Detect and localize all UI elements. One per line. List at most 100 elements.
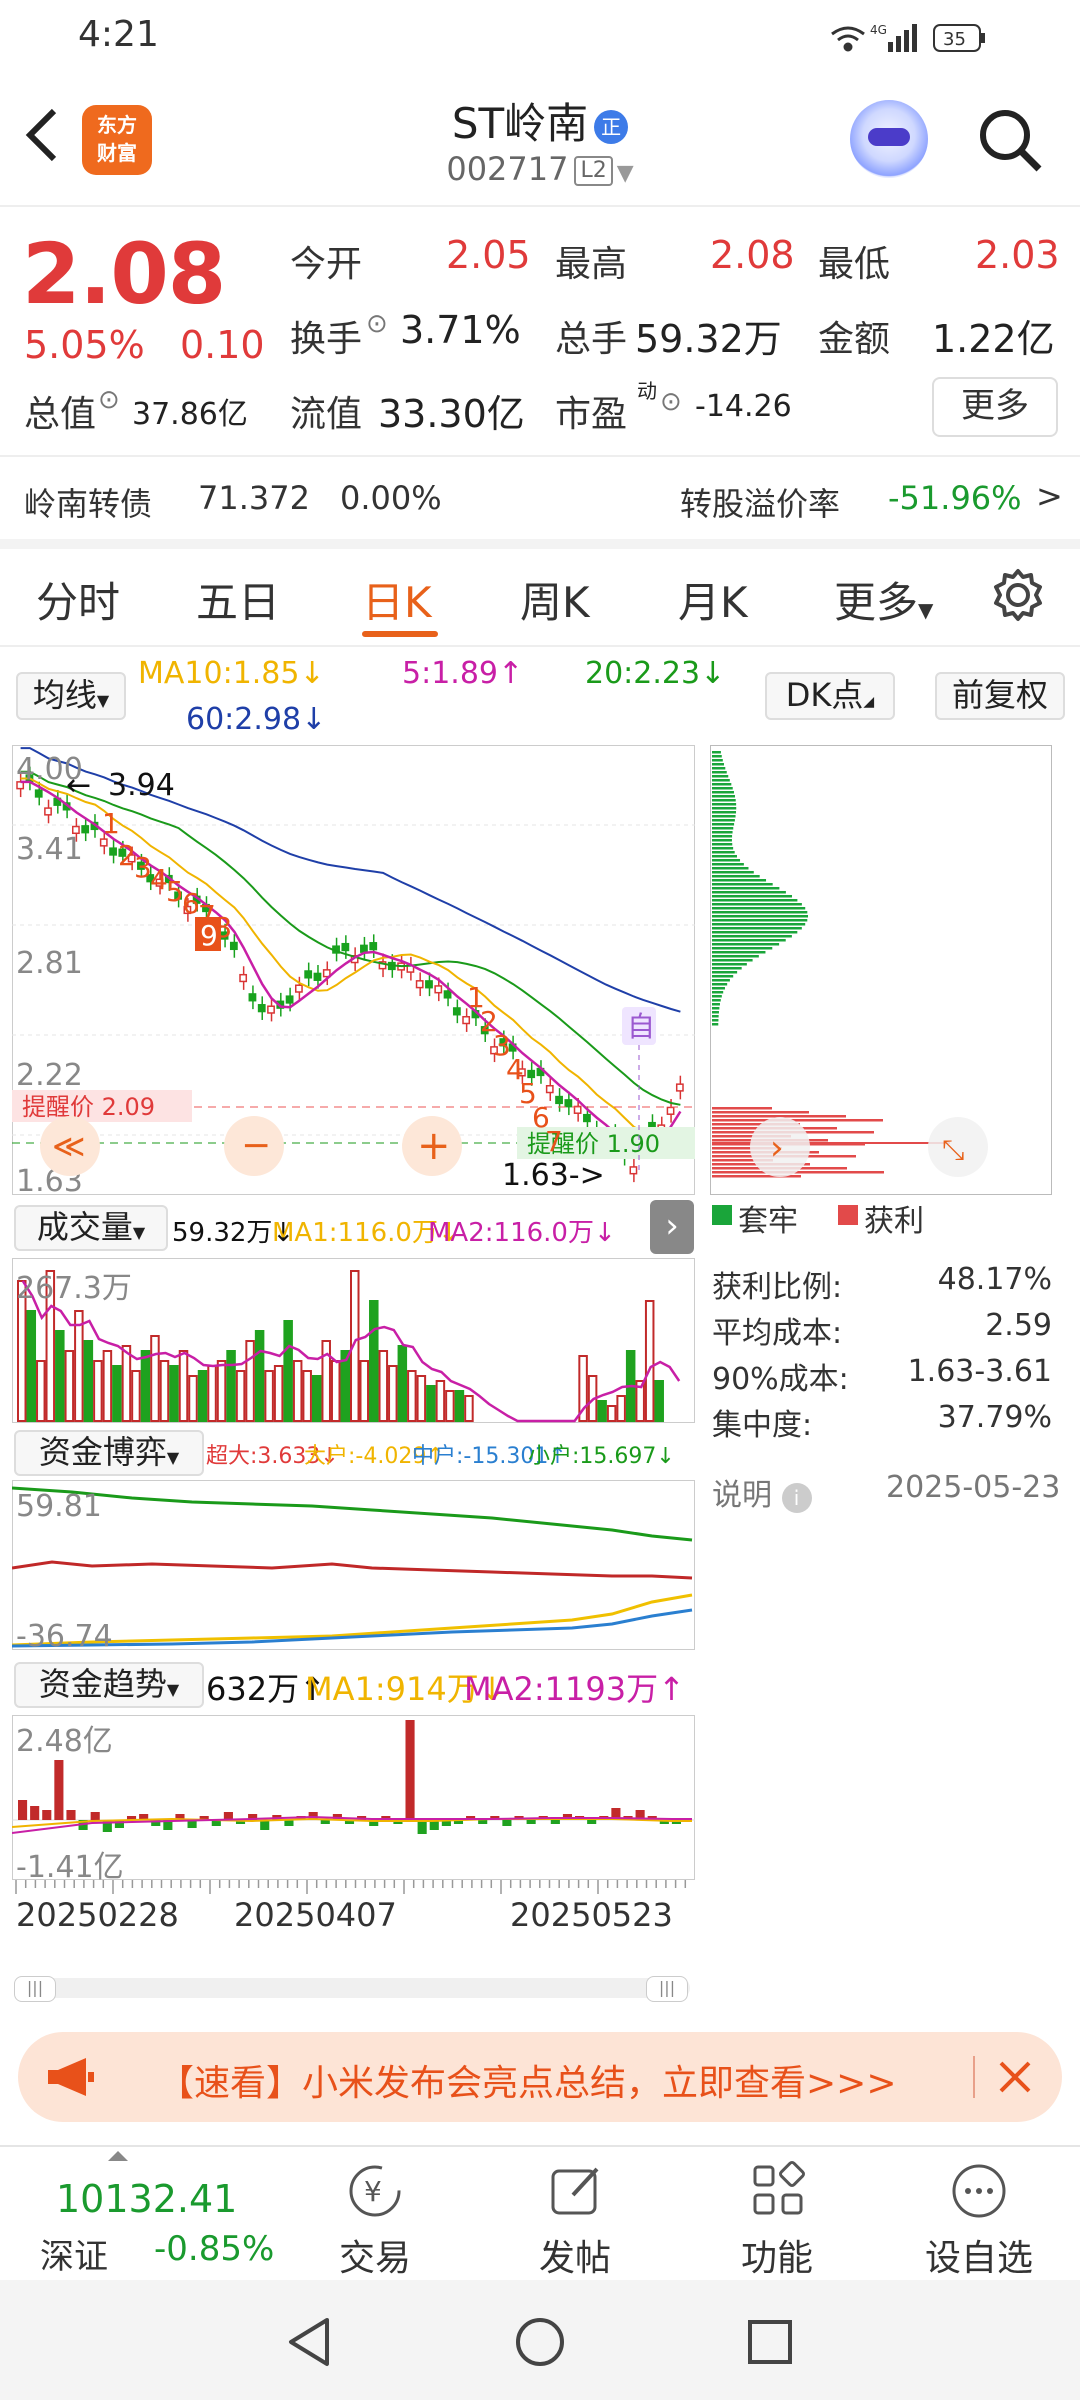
volume-label: 总手 [555, 319, 628, 360]
trap-legend-swatch [712, 1205, 732, 1225]
back-icon[interactable] [22, 105, 62, 165]
kline-chart[interactable]: 提醒价 2.09 提醒价 1.90 4.00 3.41 2.81 2.22 1.… [12, 745, 695, 1195]
volume-bar [454, 1390, 465, 1422]
volume-bar [426, 1385, 436, 1422]
volume-bar [226, 1350, 236, 1422]
app-logo[interactable]: 东方 财富 [82, 105, 152, 175]
nav-recents-icon[interactable] [746, 2318, 794, 2366]
chip-stats: 获利比例: 48.17% 平均成本: 2.59 90%成本: 1.63-3.61 集中… [712, 1262, 1052, 1446]
tab-intraday[interactable]: 分时 [36, 569, 120, 630]
info-icon: ⊙ [98, 385, 120, 415]
nav-back-icon[interactable] [285, 2316, 333, 2368]
chip-bar [712, 767, 726, 770]
stock-code[interactable]: 002717 L2 ▼ [380, 150, 700, 188]
volume-chart: 267.3万 [12, 1258, 695, 1423]
chip-bar [712, 963, 747, 966]
volume-bar [26, 1310, 37, 1422]
volume-bar [36, 1360, 46, 1422]
range-handle-left[interactable]: ||| [14, 1976, 56, 2002]
fund-trend-bar [66, 1810, 76, 1820]
date-label: 20250228 [16, 1896, 179, 1934]
candle-body [629, 1166, 638, 1175]
chip-bar [712, 951, 766, 954]
tab-monthly-k[interactable]: 月K [678, 569, 748, 630]
settings-gear-icon[interactable] [990, 567, 1046, 623]
chip-bar [712, 975, 734, 978]
float-value: 33.30亿 [378, 392, 525, 436]
chip-bar [712, 847, 734, 850]
chip-bar [712, 851, 735, 854]
avg-cost-label: 平均成本: [712, 1316, 843, 1351]
volume-bar [102, 1350, 113, 1422]
chip-distribution-chart[interactable]: › ⤡ [710, 745, 1052, 1195]
stock-header: 东方 财富 ST岭南正 002717 L2 ▼ [0, 75, 1080, 207]
range-slider-track[interactable] [14, 1978, 690, 1998]
chip-bar [712, 823, 735, 826]
volume-bar [235, 1370, 246, 1422]
open-label: 今开 [290, 244, 363, 285]
chip-bar [712, 779, 730, 782]
convertible-bond-row[interactable]: 岭南转债 71.372 0.00% 转股溢价率 -51.96% > [0, 455, 1080, 549]
volume-bar [159, 1360, 170, 1422]
high-label: 最高 [555, 244, 628, 285]
chip-bar [712, 791, 734, 794]
functions-button[interactable]: 功能 [702, 2147, 852, 2282]
fund-game-ymax: 59.81 [16, 1489, 102, 1524]
expand-panel-button[interactable]: › [650, 1200, 694, 1254]
ma-select[interactable]: 均线▼ [16, 672, 126, 720]
network-type: 4G [870, 23, 887, 37]
volume-bar [330, 1360, 341, 1422]
candle-body [425, 980, 433, 989]
range-handle-right[interactable]: ||| [646, 1976, 688, 2002]
chip-bar [712, 875, 760, 878]
profit-ratio-label: 获利比例: [712, 1270, 843, 1305]
nav-home-icon[interactable] [514, 2316, 566, 2368]
chip-bar [712, 999, 721, 1002]
banner-text[interactable]: 【速看】小米发布会亮点总结，立即查看>>> [158, 2054, 897, 2106]
forward-adjust-button[interactable]: 前复权 [935, 672, 1065, 720]
news-banner[interactable]: 【速看】小米发布会亮点总结，立即查看>>> [18, 2032, 1062, 2122]
more-dots-icon [952, 2164, 1006, 2218]
candle-body [583, 1113, 591, 1123]
concentration-value: 37.79% [937, 1400, 1052, 1435]
dk-points-button[interactable]: DK点◢ [765, 672, 895, 720]
search-icon[interactable] [975, 105, 1045, 175]
ma10-value: MA10:1.85↓ [138, 656, 325, 691]
index-name[interactable]: 深证 [40, 2229, 108, 2278]
more-button[interactable]: 更多 [932, 377, 1058, 437]
add-watchlist-button[interactable]: 设自选 [904, 2147, 1054, 2282]
profit-legend: 获利 [864, 1204, 924, 1239]
bond-pct: 0.00% [340, 479, 442, 517]
post-button[interactable]: 发帖 [500, 2147, 650, 2282]
chip-bar [712, 891, 786, 894]
tab-more[interactable]: 更多▼ [834, 569, 933, 630]
volume-indicator-select[interactable]: 成交量▼ [14, 1205, 168, 1251]
pe-value: -14.26 [695, 389, 792, 424]
tab-weekly-k[interactable]: 周K [520, 569, 590, 630]
candle-body [666, 1106, 675, 1115]
candle-body [462, 1015, 471, 1025]
change-pct: 5.05% [24, 323, 145, 367]
tab-daily-k[interactable]: 日K [362, 569, 432, 630]
trade-button[interactable]: ¥ 交易 [300, 2147, 450, 2282]
volume-bar [644, 1300, 655, 1422]
index-value[interactable]: 10132.41 [56, 2177, 237, 2221]
volume-bar [369, 1300, 379, 1422]
volume-bar [55, 1330, 65, 1422]
bottom-toolbar: 10132.41 深证 -0.85% ¥ 交易 发帖 功能 设自选 [0, 2145, 1080, 2282]
fund-trend-bar [405, 1720, 415, 1820]
bond-price: 71.372 [198, 479, 310, 517]
close-icon[interactable] [996, 2058, 1034, 2096]
volume-bar [597, 1400, 607, 1422]
chip-bar [712, 759, 723, 762]
chip-note-link[interactable]: 说明 i [712, 1470, 812, 1514]
fund-game-select[interactable]: 资金博弈▼ [14, 1430, 204, 1476]
alert-label-upper: 提醒价 2.09 [22, 1093, 155, 1121]
robot-assistant-avatar[interactable] [850, 100, 928, 178]
tab-five-day[interactable]: 五日 [196, 569, 280, 630]
chip-bar [712, 819, 735, 822]
index-pct[interactable]: -0.85% [154, 2229, 274, 2269]
mktcap-value: 37.86亿 [132, 397, 248, 432]
candle-body [285, 995, 294, 1004]
fund-trend-select[interactable]: 资金趋势▼ [14, 1662, 204, 1708]
